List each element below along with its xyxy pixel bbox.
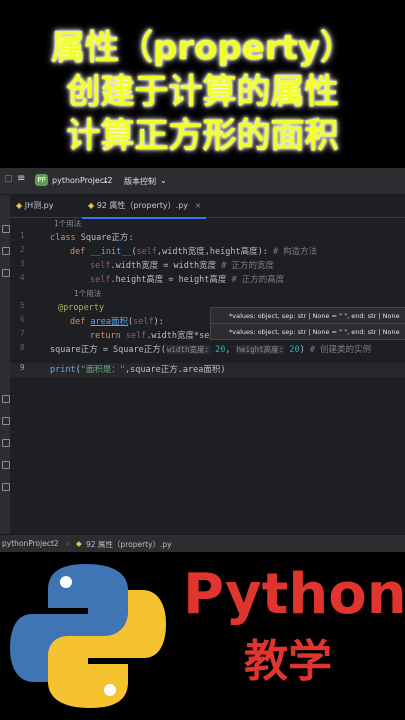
- code-line-5: @property: [58, 303, 105, 313]
- breadcrumb-file[interactable]: 92 属性（property）.py: [86, 539, 172, 550]
- code-line-2: def __init__(self,width宽度,height高度): # 构…: [70, 247, 318, 257]
- line-number: 4: [20, 273, 25, 282]
- ide-window: ▢ ≡ PP pythonProject2 ⌄ 版本控制 ⌄ ◆ JH测.py …: [0, 168, 405, 552]
- python-console-icon[interactable]: [2, 395, 10, 403]
- line-number-gutter: 1 2 3 4 5 6 7 8 9: [10, 217, 40, 535]
- code-line-9: print("面积是：",square正方.area面积): [50, 365, 226, 375]
- python-file-icon: ◆: [88, 201, 95, 210]
- line-number: 1: [20, 231, 25, 240]
- tool-sidebar: [0, 195, 10, 535]
- breadcrumb-project[interactable]: pythonProject2: [2, 539, 59, 548]
- line-number: 5: [20, 301, 25, 310]
- vcs-menu[interactable]: 版本控制: [124, 176, 156, 187]
- python-logo-icon: [10, 564, 166, 708]
- project-tool-icon[interactable]: [2, 225, 10, 233]
- python-brand-text: Python: [183, 562, 405, 627]
- window-icon[interactable]: ▢: [4, 174, 13, 184]
- tab-label: JH测.py: [24, 201, 54, 210]
- usage-hint[interactable]: 1个用法: [54, 217, 81, 231]
- parameter-info-popup: *values: object, sep: str | None = " ", …: [210, 307, 405, 324]
- editor-tabs: ◆ JH测.py ◆ 92 属性（property）.py ×: [10, 195, 405, 219]
- code-line-6: def area面积(self):: [70, 317, 164, 327]
- status-bar: pythonProject2 › ◆ 92 属性（property）.py: [0, 534, 405, 552]
- terminal-icon[interactable]: [2, 417, 10, 425]
- code-editor[interactable]: 1个用法 class Square正方: def __init__(self,w…: [50, 217, 405, 535]
- teaching-brand-text: 教学: [244, 636, 332, 687]
- line-number: 8: [20, 343, 25, 352]
- ide-toolbar: ▢ ≡ PP pythonProject2 ⌄ 版本控制 ⌄: [0, 168, 405, 195]
- tab-label: 92 属性（property）.py: [96, 201, 189, 210]
- line-number: 2: [20, 245, 25, 254]
- parameter-info-popup: *values: object, sep: str | None = " ", …: [210, 323, 405, 340]
- project-badge: PP: [35, 174, 48, 186]
- python-file-icon: ◆: [76, 539, 82, 548]
- line-number: 7: [20, 329, 25, 338]
- headline-line-1: 属性（property）: [50, 28, 355, 68]
- headline-line-3: 计算正方形的面积: [66, 116, 339, 156]
- services-icon[interactable]: [2, 483, 10, 491]
- code-line-1: class Square正方:: [50, 233, 134, 243]
- line-number: 6: [20, 315, 25, 324]
- close-icon[interactable]: ×: [195, 201, 202, 210]
- main-menu-icon[interactable]: ≡: [17, 173, 25, 184]
- chevron-down-icon[interactable]: ⌄: [102, 176, 109, 185]
- headline-line-2: 创建于计算的属性: [66, 72, 339, 112]
- git-icon[interactable]: [2, 461, 10, 469]
- usage-hint[interactable]: 1个用法: [74, 287, 101, 301]
- structure-tool-icon[interactable]: [2, 247, 10, 255]
- line-number: 3: [20, 259, 25, 268]
- line-number: 9: [20, 363, 25, 372]
- tab-jh[interactable]: ◆ JH测.py: [10, 195, 82, 217]
- bookmarks-tool-icon[interactable]: [2, 269, 10, 277]
- tab-property[interactable]: ◆ 92 属性（property）.py ×: [82, 195, 206, 219]
- chevron-right-icon: ›: [66, 539, 69, 548]
- code-line-4: self.height高度 = height高度 # 正方的高度: [90, 275, 285, 285]
- code-line-3: self.width宽度 = width宽度 # 正方的宽度: [90, 261, 274, 271]
- code-line-8: square正方 = Square正方(width宽度: 20, height高…: [50, 345, 372, 355]
- python-file-icon: ◆: [16, 201, 23, 210]
- vcs-chevron-down-icon[interactable]: ⌄: [160, 176, 167, 185]
- problems-icon[interactable]: [2, 439, 10, 447]
